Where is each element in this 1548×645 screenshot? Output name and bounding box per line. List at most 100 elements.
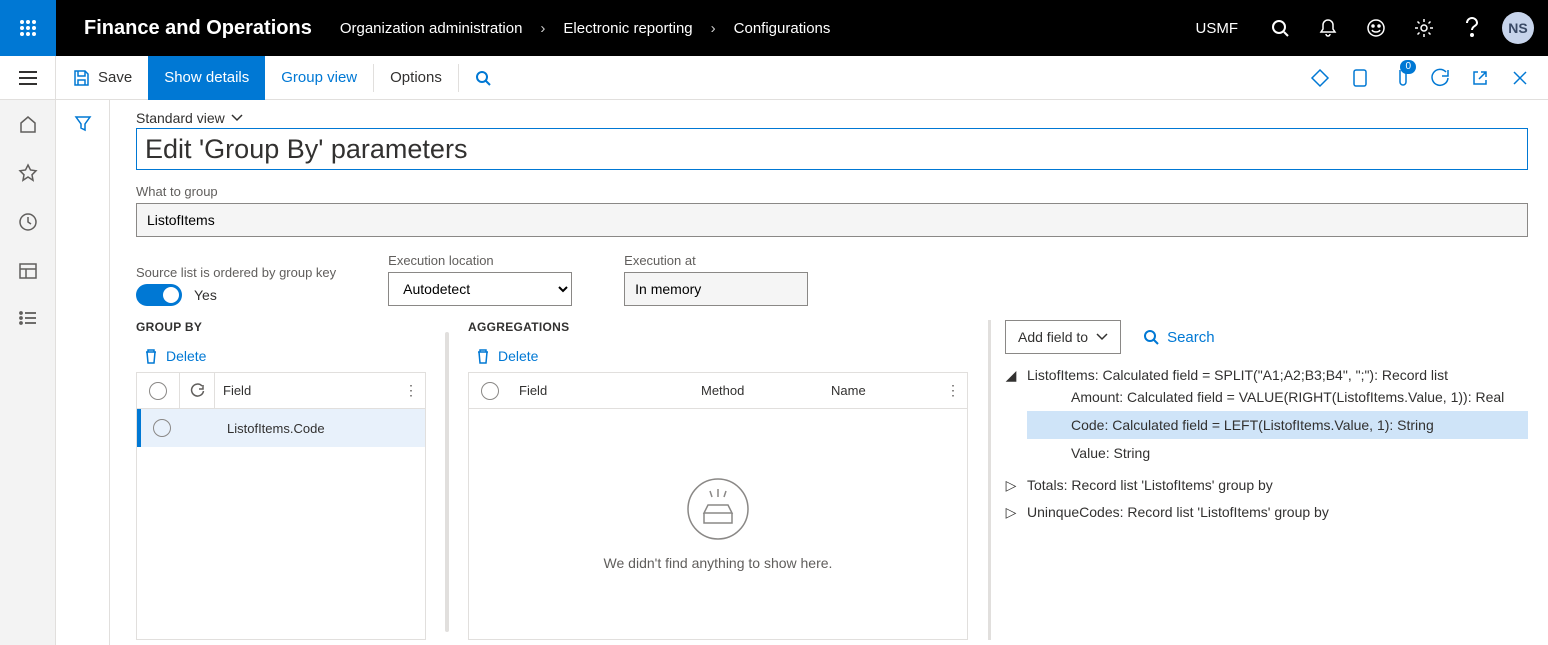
refresh-icon [190,384,204,398]
chevron-right-icon: › [711,20,716,37]
filter-icon [74,114,92,132]
tree-node[interactable]: Amount: Calculated field = VALUE(RIGHT(L… [1027,383,1528,411]
select-all-checkbox[interactable] [469,382,511,400]
refresh-column-button[interactable] [179,373,215,409]
avatar[interactable]: NS [1502,12,1534,44]
help-button[interactable] [1448,0,1496,56]
row-field-value: ListofItems.Code [219,421,425,436]
find-button[interactable] [459,56,507,100]
smiley-icon [1366,18,1386,38]
refresh-icon [1431,69,1449,87]
tree-search-button[interactable]: Search [1143,329,1215,346]
ordered-value: Yes [194,287,217,303]
bell-icon [1319,18,1337,38]
collapse-icon[interactable]: ◢ [1005,367,1017,384]
nav-expand-button[interactable] [0,56,56,100]
search-icon [1271,19,1289,37]
search-button[interactable] [1256,0,1304,56]
workspace-icon [18,261,38,281]
gear-icon [1414,18,1434,38]
tree-node[interactable]: ▷ Totals: Record list 'ListofItems' grou… [1005,472,1528,499]
help-icon [1466,18,1478,38]
refresh-button[interactable] [1420,56,1460,100]
name-column-header[interactable]: Name [831,383,939,398]
attachments-button[interactable]: 0 [1380,56,1420,100]
close-button[interactable] [1500,56,1540,100]
tree-node-label: ListofItems: Calculated field = SPLIT("A… [1027,367,1528,383]
feedback-button[interactable] [1352,0,1400,56]
list-icon [18,310,38,326]
save-icon [72,69,90,87]
expand-icon[interactable]: ▷ [1005,504,1017,521]
legal-entity[interactable]: USMF [1178,20,1257,37]
field-column-header[interactable]: Field [215,383,397,398]
show-details-button[interactable]: Show details [148,56,265,100]
grid-options-button[interactable]: ⋮ [939,382,967,399]
main-content: Standard view Edit 'Group By' parameters… [110,100,1548,645]
home-icon [18,114,38,134]
options-button[interactable]: Options [374,56,458,100]
breadcrumb-item[interactable]: Electronic reporting [563,20,692,37]
table-row[interactable]: ListofItems.Code [137,409,425,447]
tree-node-selected[interactable]: Code: Calculated field = LEFT(ListofItem… [1027,411,1528,439]
tree-node[interactable]: Value: String [1027,439,1528,467]
trash-icon [476,348,490,364]
column-resize-handle[interactable] [442,320,452,640]
search-icon [475,70,491,86]
group-view-button[interactable]: Group view [265,56,373,100]
empty-text: We didn't find anything to show here. [604,555,833,571]
add-field-to-button[interactable]: Add field to [1005,320,1121,354]
left-nav-rail [0,100,56,645]
attachments-badge: 0 [1400,60,1416,74]
notifications-button[interactable] [1304,0,1352,56]
what-to-group-input[interactable] [136,203,1528,237]
page-body: Standard view Edit 'Group By' parameters… [0,100,1548,645]
personalize-button[interactable] [1300,56,1340,100]
save-label: Save [98,69,132,86]
aggregations-section: AGGREGATIONS Delete Field Method Name ⋮ [468,320,968,640]
view-label: Standard view [136,110,225,126]
page-options-button[interactable] [1340,56,1380,100]
view-selector[interactable]: Standard view [136,110,1528,126]
exec-at-input[interactable] [624,272,808,306]
expand-icon[interactable]: ▷ [1005,477,1017,494]
grid-options-button[interactable]: ⋮ [397,382,425,399]
group-by-delete-button[interactable]: Delete [144,348,426,364]
nav-favorites-button[interactable] [18,163,38,186]
ordered-toggle[interactable] [136,284,182,306]
chevron-right-icon: › [540,20,545,37]
nav-home-button[interactable] [18,114,38,137]
tree-node-label: UninqueCodes: Record list 'ListofItems' … [1027,504,1329,520]
group-by-section: GROUP BY Delete Field ⋮ [136,320,426,640]
tree-node-label: Totals: Record list 'ListofItems' group … [1027,477,1273,493]
trash-icon [144,348,158,364]
breadcrumb-item[interactable]: Configurations [734,20,831,37]
nav-recent-button[interactable] [18,212,38,235]
app-launcher[interactable] [0,0,56,56]
waffle-icon [19,19,37,37]
aggregations-delete-button[interactable]: Delete [476,348,968,364]
close-icon [1512,70,1528,86]
aggregations-grid: Field Method Name ⋮ We didn't find anyth… [468,372,968,640]
breadcrumb: Organization administration › Electronic… [340,20,831,37]
select-all-checkbox[interactable] [137,382,179,400]
empty-state: We didn't find anything to show here. [469,409,967,639]
filter-pane-toggle[interactable] [56,100,110,645]
exec-at-label: Execution at [624,253,808,268]
popout-button[interactable] [1460,56,1500,100]
save-button[interactable]: Save [56,56,148,100]
row-checkbox[interactable] [141,419,183,437]
settings-button[interactable] [1400,0,1448,56]
tree-node[interactable]: ▷ UninqueCodes: Record list 'ListofItems… [1005,499,1528,526]
group-view-label: Group view [281,69,357,86]
data-source-tree: ◢ ListofItems: Calculated field = SPLIT(… [1005,362,1528,526]
brand-title: Finance and Operations [56,17,340,40]
exec-location-select[interactable]: Autodetect [388,272,572,306]
breadcrumb-item[interactable]: Organization administration [340,20,523,37]
nav-workspaces-button[interactable] [18,261,38,284]
page-title[interactable]: Edit 'Group By' parameters [136,128,1528,170]
nav-modules-button[interactable] [18,310,38,329]
field-column-header[interactable]: Field [511,383,701,398]
tree-node[interactable]: ◢ ListofItems: Calculated field = SPLIT(… [1005,362,1528,472]
method-column-header[interactable]: Method [701,383,831,398]
